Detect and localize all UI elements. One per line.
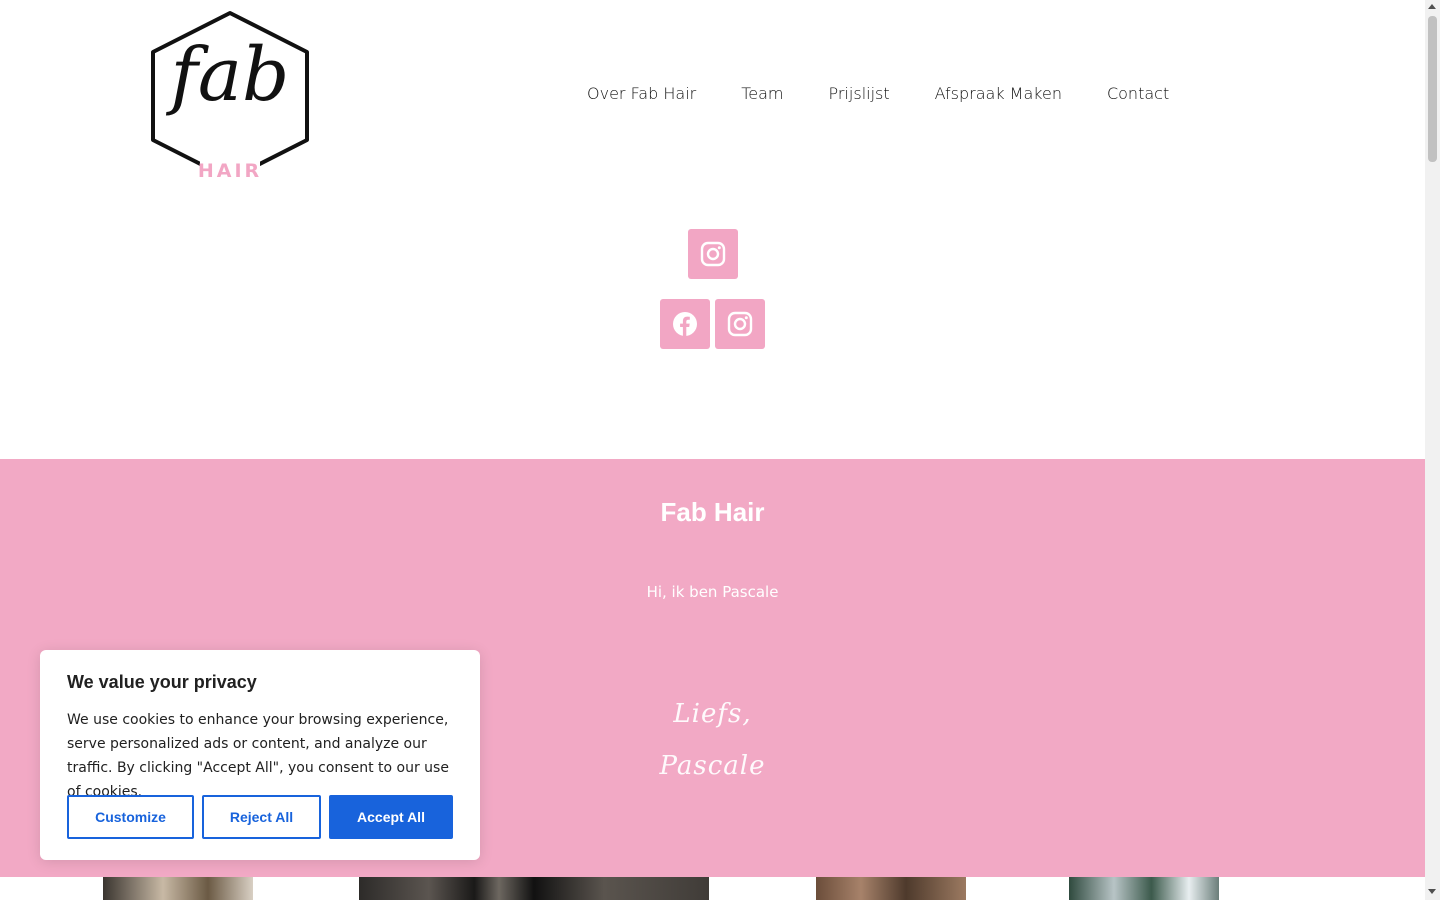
instagram-button-top[interactable] [688,229,738,279]
facebook-icon [673,312,697,336]
scroll-down-icon[interactable] [1428,889,1436,894]
nav-item-prijslijst[interactable]: Prijslijst [829,84,890,103]
customize-button[interactable]: Customize [67,795,194,839]
nav-item-contact[interactable]: Contact [1107,84,1169,103]
about-title: Fab Hair [660,497,765,527]
main-nav: Over Fab Hair Team Prijslijst Afspraak M… [587,84,1214,103]
cookie-text: We use cookies to enhance your browsing … [67,712,449,800]
logo-fab-text: fab [170,32,290,118]
page-scrollbar[interactable] [1425,0,1440,900]
fab-hair-logo[interactable]: fab HAIR [150,10,310,182]
accept-all-button[interactable]: Accept All [329,795,453,839]
instagram-icon [727,311,753,337]
gallery-photo[interactable] [816,877,966,900]
about-intro: Hi, ik ben Pascale [646,583,779,601]
facebook-button[interactable] [660,299,710,349]
gallery-photo[interactable] [1069,877,1219,900]
gallery-photo[interactable] [359,877,709,900]
cookie-title: We value your privacy [67,672,257,692]
nav-item-afspraak-maken[interactable]: Afspraak Maken [935,84,1062,103]
gallery-photo[interactable] [103,877,253,900]
nav-item-over-fab-hair[interactable]: Over Fab Hair [587,84,696,103]
scroll-thumb[interactable] [1428,16,1437,162]
instagram-icon [700,241,726,267]
nav-item-team[interactable]: Team [741,84,783,103]
instagram-button[interactable] [715,299,765,349]
logo-hair-text: HAIR [197,160,263,182]
reject-all-button[interactable]: Reject All [202,795,321,839]
site-header: fab HAIR Over Fab Hair Team Prijslijst A… [0,0,1425,200]
scroll-up-icon[interactable] [1428,4,1436,9]
cookie-consent-banner: We value your privacy We use cookies to … [40,650,480,860]
